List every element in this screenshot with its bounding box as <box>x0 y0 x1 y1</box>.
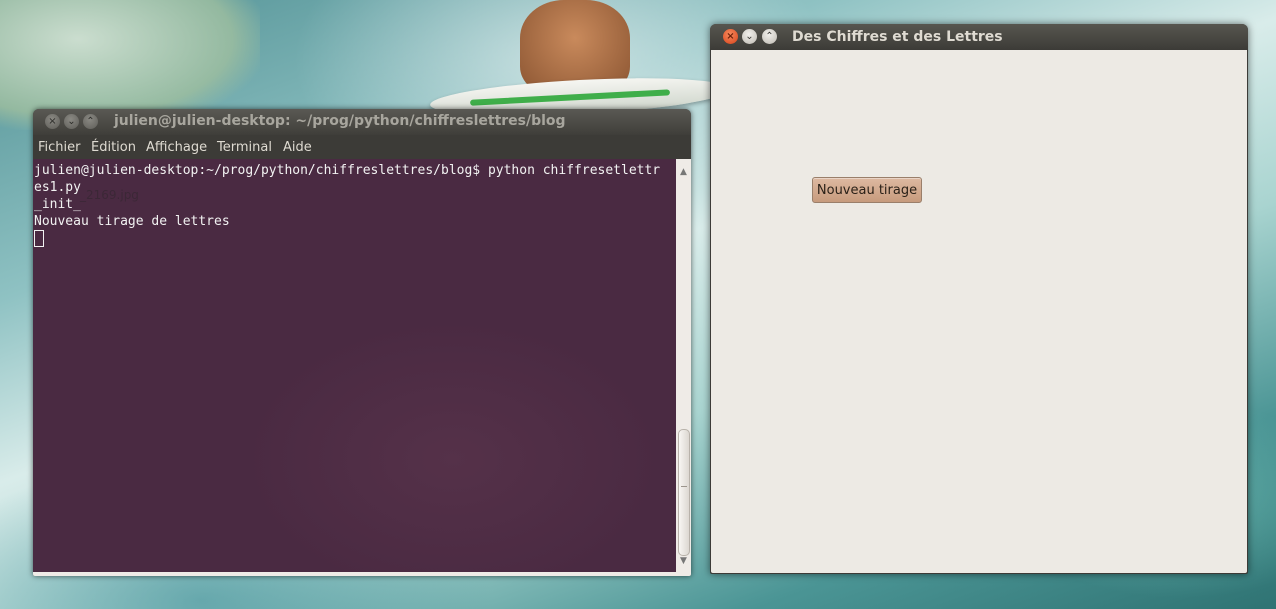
terminal-line: julien@julien-desktop:~/prog/python/chif… <box>34 163 661 178</box>
scroll-up-arrow-icon[interactable]: ▲ <box>676 165 691 179</box>
terminal-window: × ⌄ ⌃ julien@julien-desktop: ~/prog/pyth… <box>33 109 691 576</box>
app-content: Nouveau tirage <box>711 50 1247 573</box>
terminal-line: es1.py <box>34 180 81 195</box>
terminal-output[interactable]: julien@julien-desktop:~/prog/python/chif… <box>33 159 676 572</box>
menu-affichage[interactable]: Affichage <box>146 140 207 155</box>
terminal-maximize-button[interactable]: ⌃ <box>83 114 98 129</box>
nouveau-tirage-button[interactable]: Nouveau tirage <box>812 177 922 203</box>
app-window: × ⌄ ⌃ Des Chiffres et des Lettres Nouvea… <box>710 24 1248 574</box>
menu-terminal[interactable]: Terminal <box>217 140 272 155</box>
surfboard-stripe <box>469 89 671 106</box>
terminal-titlebar[interactable]: × ⌄ ⌃ julien@julien-desktop: ~/prog/pyth… <box>33 109 691 135</box>
terminal-title: julien@julien-desktop: ~/prog/python/chi… <box>114 113 566 129</box>
scroll-down-arrow-icon[interactable]: ▼ <box>676 554 691 568</box>
app-maximize-button[interactable]: ⌃ <box>762 29 777 44</box>
app-close-button[interactable]: × <box>723 29 738 44</box>
terminal-minimize-button[interactable]: ⌄ <box>64 114 79 129</box>
scrollbar-grip <box>681 486 687 487</box>
scrollbar-thumb[interactable] <box>678 429 690 556</box>
desktop-file-label: _2169.jpg <box>80 188 139 202</box>
app-title: Des Chiffres et des Lettres <box>792 29 1003 45</box>
terminal-close-button[interactable]: × <box>45 114 60 129</box>
terminal-scrollbar[interactable]: ▲ ▼ <box>676 159 691 572</box>
terminal-line: Nouveau tirage de lettres <box>34 214 230 229</box>
terminal-cursor <box>34 230 44 247</box>
menu-edition[interactable]: Édition <box>91 140 136 155</box>
terminal-menubar: Fichier Édition Affichage Terminal Aide <box>33 135 691 159</box>
menu-aide[interactable]: Aide <box>283 140 312 155</box>
terminal-line: _init_ <box>34 197 81 212</box>
app-minimize-button[interactable]: ⌄ <box>742 29 757 44</box>
app-titlebar[interactable]: × ⌄ ⌃ Des Chiffres et des Lettres <box>710 24 1248 50</box>
terminal-bottom-edge <box>33 572 691 576</box>
menu-fichier[interactable]: Fichier <box>38 140 81 155</box>
